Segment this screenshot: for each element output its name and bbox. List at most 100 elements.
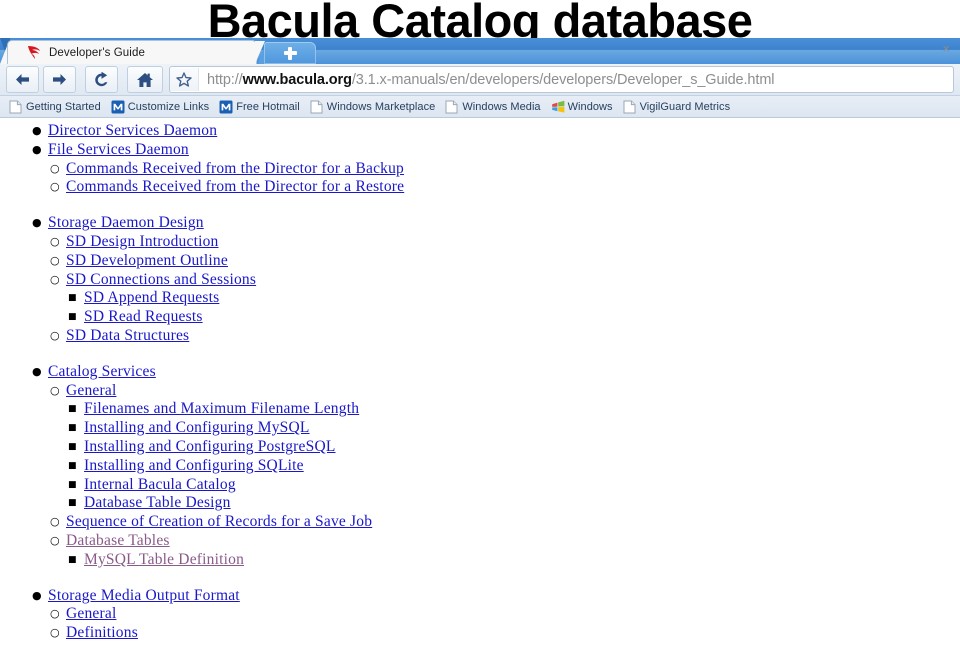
windows-flag-icon <box>551 100 565 114</box>
toc-item: ■ MySQL Table Definition <box>66 551 960 570</box>
toc-link[interactable]: SD Design Introduction <box>66 233 219 250</box>
toc-item: ○ SD Data Structures <box>48 327 960 346</box>
toc-item: ■ Filenames and Maximum Filename Length <box>66 400 960 419</box>
url-host: www.bacula.org <box>242 71 352 88</box>
back-button[interactable] <box>6 66 39 93</box>
bullet-icon: ● <box>32 364 42 378</box>
bullet-icon: ○ <box>50 515 60 529</box>
forward-arrow-icon <box>51 72 68 87</box>
bullet-icon: ■ <box>68 293 77 304</box>
toc-link[interactable]: Storage Daemon Design <box>48 214 204 231</box>
toc-item: ■ SD Read Requests <box>66 308 960 327</box>
new-tab-button[interactable] <box>264 42 316 64</box>
toc-link[interactable]: SD Append Requests <box>84 289 219 306</box>
toc-list: ● Director Services Daemon ● File Services … <box>0 122 960 643</box>
bullet-icon: ○ <box>50 180 60 194</box>
tab-developers-guide[interactable]: Developer's Guide <box>8 41 256 64</box>
toc-link[interactable]: Catalog Services <box>48 363 156 380</box>
toc-link[interactable]: General <box>66 605 116 622</box>
toc-item: ● Storage Media Output Format ○ General ○ Def… <box>30 587 960 643</box>
bookmark-customize-links[interactable]: Customize Links <box>106 98 214 116</box>
msn-m-icon <box>219 100 233 114</box>
toc-item: ○ Definitions <box>48 624 960 643</box>
bullet-icon: ■ <box>68 423 77 434</box>
bullet-icon: ■ <box>68 312 77 323</box>
bookmark-free-hotmail[interactable]: Free Hotmail <box>214 98 305 116</box>
toc-link[interactable]: General <box>66 382 116 399</box>
toc-link[interactable]: Filenames and Maximum Filename Length <box>84 400 359 417</box>
bullet-icon: ● <box>32 216 42 230</box>
toc-link[interactable]: Installing and Configuring SQLite <box>84 457 304 474</box>
bookmark-label: Windows Media <box>462 100 541 113</box>
toc-link[interactable]: Definitions <box>66 624 138 641</box>
bookmark-label: Windows <box>567 100 613 113</box>
bookmark-windows-marketplace[interactable]: Windows Marketplace <box>305 98 441 116</box>
toc-link[interactable]: Database Tables <box>66 532 170 549</box>
bookmarks-bar: Getting Started Customize Links Free Hot… <box>0 96 960 118</box>
bookmark-getting-started[interactable]: Getting Started <box>4 98 106 116</box>
reload-button[interactable] <box>85 66 118 93</box>
page-icon <box>9 100 22 114</box>
toc-link[interactable]: Database Table Design <box>84 494 231 511</box>
toc-link[interactable]: SD Connections and Sessions <box>66 271 256 288</box>
bullet-icon: ■ <box>68 498 77 509</box>
toc-link[interactable]: Installing and Configuring PostgreSQL <box>84 438 336 455</box>
toc-sublist: ○ General ■ Filenames and Maximum Filename … <box>48 382 960 570</box>
toc-link[interactable]: SD Development Outline <box>66 252 228 269</box>
toc-group-gap <box>30 197 960 214</box>
toc-item: ● Catalog Services ○ General ■ Filenames and … <box>30 363 960 570</box>
tab-close-icon[interactable]: × <box>942 42 950 56</box>
toc-link[interactable]: Commands Received from the Director for … <box>66 160 404 177</box>
bookmark-windows-media[interactable]: Windows Media <box>440 98 545 116</box>
bullet-icon: ■ <box>68 460 77 471</box>
toc-item: ○ SD Connections and Sessions ■ SD Append R… <box>48 271 960 327</box>
toc-link[interactable]: Commands Received from the Director for … <box>66 178 404 195</box>
page-icon <box>445 100 458 114</box>
toc-sublist: ■ MySQL Table Definition <box>66 551 960 570</box>
toc-link[interactable]: MySQL Table Definition <box>84 551 244 568</box>
toc-link[interactable]: Internal Bacula Catalog <box>84 476 236 493</box>
toc-link[interactable]: Storage Media Output Format <box>48 587 240 604</box>
bookmark-star-icon[interactable] <box>170 68 199 91</box>
toc-item: ○ SD Development Outline <box>48 252 960 271</box>
bullet-icon: ○ <box>50 607 60 621</box>
bookmark-label: Free Hotmail <box>236 100 300 113</box>
toc-item: ● Storage Daemon Design ○ SD Design Introdu… <box>30 214 960 346</box>
tab-title: Developer's Guide <box>49 46 145 59</box>
toc-group-gap <box>30 346 960 363</box>
bullet-icon: ○ <box>50 272 60 286</box>
bullet-icon: ○ <box>50 161 60 175</box>
msn-m-icon <box>111 100 125 114</box>
address-bar-text: http://www.bacula.org/3.1.x-manuals/en/d… <box>199 72 774 88</box>
toc-item: ● File Services Daemon ○ Commands Received … <box>30 141 960 197</box>
bullet-icon: ■ <box>68 404 77 415</box>
toc-item: ■ SD Append Requests <box>66 289 960 308</box>
bookmark-label: VigilGuard Metrics <box>639 100 731 113</box>
bullet-icon: ○ <box>50 253 60 267</box>
page-icon <box>310 100 323 114</box>
url-scheme: http:// <box>207 71 243 88</box>
home-button[interactable] <box>127 66 163 93</box>
toc-link[interactable]: SD Read Requests <box>84 308 203 325</box>
toc-item: ○ General <box>48 605 960 624</box>
toc-item: ■ Installing and Configuring PostgreSQL <box>66 438 960 457</box>
toc-link[interactable]: File Services Daemon <box>48 141 189 158</box>
bookmark-label: Getting Started <box>26 100 101 113</box>
screenshot-root: Bacula Catalog database Developer's Guid… <box>0 0 960 648</box>
toc-link[interactable]: SD Data Structures <box>66 327 189 344</box>
toc-sublist: ■ SD Append Requests ■ SD Read Requests <box>66 289 960 327</box>
toc-sublist: ■ Filenames and Maximum Filename Length ■ I… <box>66 400 960 513</box>
forward-button[interactable] <box>43 66 76 93</box>
bookmark-vigilguard-metrics[interactable]: VigilGuard Metrics <box>618 98 736 116</box>
bookmark-windows[interactable]: Windows <box>546 98 618 116</box>
address-bar[interactable]: http://www.bacula.org/3.1.x-manuals/en/d… <box>169 66 954 93</box>
page-content: ● Director Services Daemon ● File Services … <box>0 118 960 648</box>
toc-sublist: ○ Commands Received from the Director for… <box>48 160 960 198</box>
bullet-icon: ○ <box>50 533 60 547</box>
toc-link[interactable]: Installing and Configuring MySQL <box>84 419 310 436</box>
bookmark-label: Windows Marketplace <box>326 100 436 113</box>
toc-link[interactable]: Director Services Daemon <box>48 122 217 139</box>
bullet-icon: ■ <box>68 554 77 565</box>
back-arrow-icon <box>14 72 31 87</box>
toc-link[interactable]: Sequence of Creation of Records for a Sa… <box>66 513 372 530</box>
